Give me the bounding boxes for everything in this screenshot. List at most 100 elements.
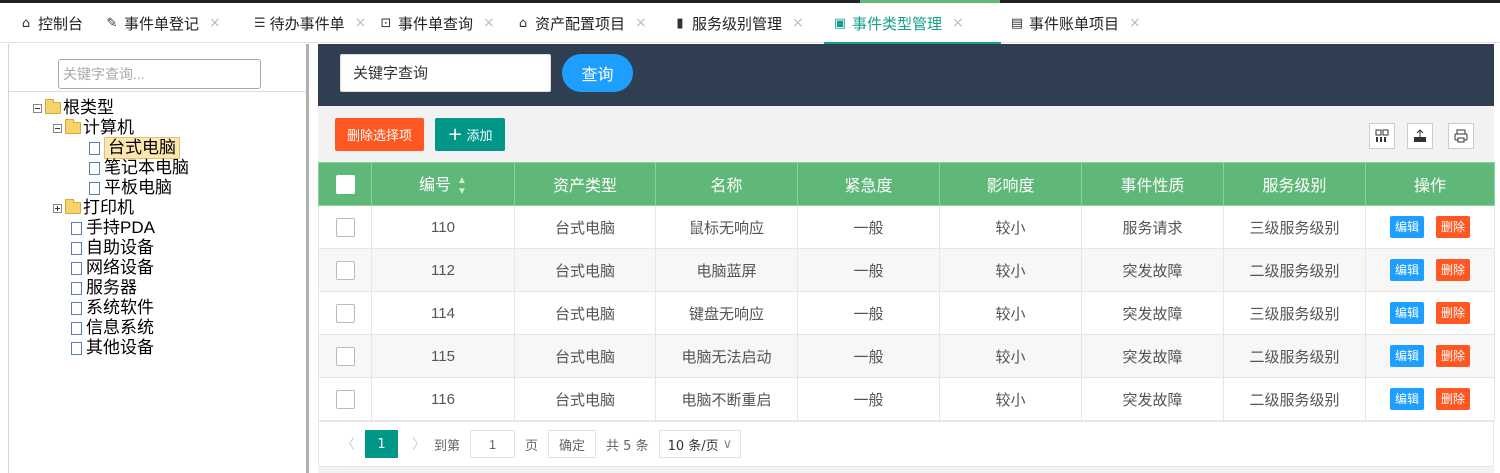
delete-button[interactable]: 删除 bbox=[1436, 216, 1471, 238]
col-header-id[interactable]: 编号 ▲ ▼ bbox=[371, 162, 515, 206]
tree-node-label: 台式电脑 bbox=[104, 137, 180, 159]
tab-7[interactable]: ▣ 事件类型管理 × bbox=[824, 3, 1001, 44]
tab-8[interactable]: ▤ 事件账单项目 × bbox=[1001, 3, 1171, 43]
edit-button[interactable]: 编辑 bbox=[1389, 345, 1424, 367]
tree-node[interactable]: 计算机 bbox=[53, 118, 134, 138]
table-cell: 较小 bbox=[939, 377, 1082, 421]
close-tab-icon[interactable]: × bbox=[483, 15, 495, 31]
sort-icon[interactable]: ▲ ▼ bbox=[457, 175, 467, 197]
table-cell: 一般 bbox=[797, 334, 940, 378]
tab-1[interactable]: ⌂ 控制台 bbox=[0, 3, 96, 43]
tree-node[interactable]: 信息系统 bbox=[69, 318, 154, 338]
goto-page-input[interactable] bbox=[470, 430, 516, 458]
row-checkbox[interactable] bbox=[335, 389, 355, 409]
tree-search-input[interactable] bbox=[58, 59, 261, 89]
tree-node[interactable]: 其他设备 bbox=[69, 338, 154, 358]
table-cell: 台式电脑 bbox=[514, 377, 656, 421]
close-tab-icon[interactable]: × bbox=[952, 15, 964, 31]
table-cell: 电脑无法启动 bbox=[655, 334, 798, 378]
close-tab-icon[interactable]: × bbox=[635, 15, 647, 31]
prev-page-icon[interactable]: 〈 bbox=[333, 434, 363, 454]
event-type-table: 编号 ▲ ▼ 资产类型 名称 紧急度 影响度 事件性质 服务级别 操作 110 台式电… bbox=[318, 162, 1495, 421]
row-actions: 编辑 删除 bbox=[1365, 248, 1495, 292]
edit-button[interactable]: 编辑 bbox=[1389, 302, 1424, 324]
row-checkbox[interactable] bbox=[335, 217, 355, 237]
tree-node[interactable]: 打印机 bbox=[53, 198, 134, 218]
goto-label: 到第 bbox=[434, 438, 461, 454]
row-checkbox[interactable] bbox=[335, 303, 355, 323]
tree-node-label: 计算机 bbox=[83, 118, 134, 137]
document-icon bbox=[89, 161, 100, 175]
delete-button[interactable]: 删除 bbox=[1436, 388, 1471, 410]
tree-node[interactable]: 台式电脑 bbox=[87, 137, 180, 159]
tree-node[interactable]: 笔记本电脑 bbox=[87, 158, 189, 178]
collapse-icon[interactable] bbox=[53, 123, 62, 133]
delete-button[interactable]: 删除 bbox=[1436, 302, 1471, 324]
tree-node[interactable]: 网络设备 bbox=[69, 258, 154, 278]
home-icon: ⌂ bbox=[21, 15, 31, 31]
tab-4[interactable]: ⊡ 事件单查询 × bbox=[370, 3, 507, 43]
export-icon[interactable] bbox=[1407, 123, 1433, 149]
close-tab-icon[interactable]: × bbox=[355, 15, 367, 31]
tree-node-label: 其他设备 bbox=[86, 338, 154, 357]
tree-node-label: 自助设备 bbox=[86, 238, 154, 257]
columns-filter-icon[interactable] bbox=[1369, 123, 1395, 149]
delete-button[interactable]: 删除 bbox=[1436, 259, 1471, 281]
delete-button[interactable]: 删除 bbox=[1436, 345, 1471, 367]
page-size-select[interactable]: 10 条/页 ∨ bbox=[658, 430, 742, 458]
next-page-icon[interactable]: 〉 bbox=[404, 434, 434, 454]
document-icon bbox=[89, 141, 100, 155]
plus-icon: + bbox=[447, 123, 463, 145]
edit-button[interactable]: 编辑 bbox=[1389, 388, 1424, 410]
row-checkbox[interactable] bbox=[335, 260, 355, 280]
table-cell: 110 bbox=[371, 205, 515, 249]
tree-node[interactable]: 手持PDA bbox=[69, 218, 155, 238]
keyword-input[interactable] bbox=[340, 54, 551, 92]
page-unit-label: 页 bbox=[525, 438, 539, 454]
tree-node[interactable]: 平板电脑 bbox=[87, 178, 172, 198]
table-cell: 112 bbox=[371, 248, 515, 292]
tab-5[interactable]: ⌂ 资产配置项目 × bbox=[507, 3, 664, 43]
table-cell: 鼠标无响应 bbox=[655, 205, 798, 249]
table-cell: 一般 bbox=[797, 248, 940, 292]
tree-node[interactable]: 服务器 bbox=[69, 278, 137, 298]
edit-doc-icon: ✎ bbox=[106, 15, 118, 31]
tab-label: 事件单登记 bbox=[124, 14, 200, 33]
tree-node[interactable]: 根类型 bbox=[33, 98, 114, 118]
current-page-button[interactable]: 1 bbox=[365, 430, 398, 458]
add-button[interactable]: + 添加 bbox=[435, 118, 505, 151]
tree-panel: 根类型计算机台式电脑笔记本电脑平板电脑打印机手持PDA自助设备网络设备服务器系统… bbox=[8, 44, 307, 473]
table-cell: 台式电脑 bbox=[514, 291, 656, 335]
tree-node[interactable]: 系统软件 bbox=[69, 298, 154, 318]
collapse-icon[interactable] bbox=[33, 103, 42, 113]
select-all-checkbox[interactable] bbox=[335, 174, 355, 194]
edit-button[interactable]: 编辑 bbox=[1389, 216, 1424, 238]
close-tab-icon[interactable]: × bbox=[792, 15, 804, 31]
table-cell: 二级服务级别 bbox=[1223, 377, 1366, 421]
tree-node-label: 系统软件 bbox=[86, 298, 154, 317]
tab-6[interactable]: ▮ 服务级别管理 × bbox=[664, 3, 824, 43]
col-header-urgency: 紧急度 bbox=[797, 162, 940, 206]
close-tab-icon[interactable]: × bbox=[1129, 15, 1141, 31]
row-actions: 编辑 删除 bbox=[1365, 334, 1495, 378]
edit-button[interactable]: 编辑 bbox=[1389, 259, 1424, 281]
query-button[interactable]: 查询 bbox=[562, 54, 633, 92]
row-checkbox[interactable] bbox=[335, 346, 355, 366]
goto-confirm-button[interactable]: 确定 bbox=[548, 430, 597, 458]
table-row: 114 台式电脑 键盘无响应 一般 较小 突发故障 三级服务级别 编辑 删除 bbox=[318, 291, 1495, 335]
table-row: 110 台式电脑 鼠标无响应 一般 较小 服务请求 三级服务级别 编辑 删除 bbox=[318, 205, 1495, 249]
search-doc-icon: ⊡ bbox=[380, 15, 392, 31]
table-cell: 较小 bbox=[939, 248, 1082, 292]
tree-node[interactable]: 自助设备 bbox=[69, 238, 154, 258]
close-tab-icon[interactable]: × bbox=[209, 15, 221, 31]
table-cell: 突发故障 bbox=[1081, 248, 1224, 292]
tab-3[interactable]: ☰ 待办事件单 × bbox=[246, 3, 370, 43]
splitter-handle[interactable] bbox=[306, 44, 309, 473]
tab-label: 待办事件单 bbox=[269, 14, 345, 33]
page-size-value: 10 条/页 bbox=[667, 438, 719, 454]
tab-2[interactable]: ✎ 事件单登记 × bbox=[96, 3, 246, 43]
delete-selected-button[interactable]: 删除选择项 bbox=[335, 118, 424, 151]
expand-icon[interactable] bbox=[53, 203, 62, 213]
print-icon[interactable] bbox=[1448, 123, 1474, 149]
document-icon bbox=[71, 241, 82, 255]
